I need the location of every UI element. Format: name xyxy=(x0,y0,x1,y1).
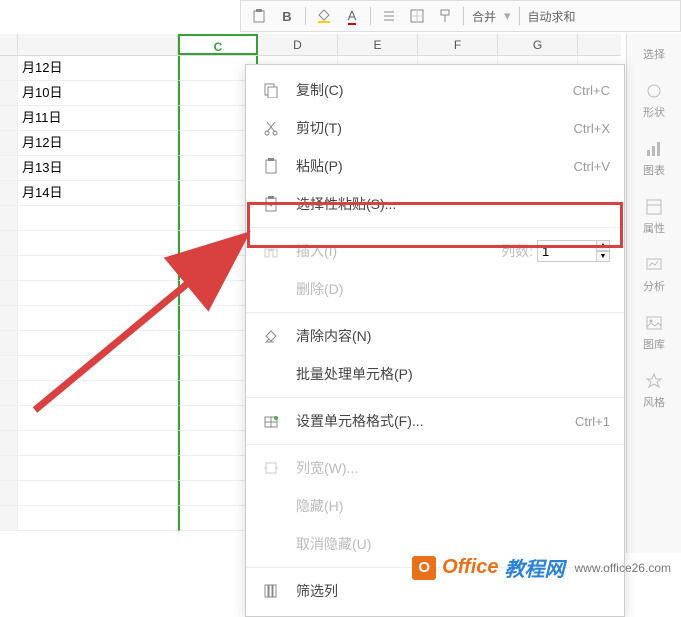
menu-hide[interactable]: 隐藏(H) xyxy=(246,487,624,525)
menu-delete[interactable]: 删除(D) xyxy=(246,270,624,308)
side-shape[interactable]: 形状 xyxy=(643,80,665,120)
cols-input[interactable] xyxy=(537,240,597,262)
menu-copy[interactable]: 复制(C) Ctrl+C xyxy=(246,71,624,109)
watermark-text1: Office xyxy=(442,556,498,579)
watermark-url: www.office26.com xyxy=(575,561,672,575)
spin-up[interactable]: ▲ xyxy=(596,240,610,251)
menu-separator xyxy=(246,444,624,445)
cols-label: 列数: xyxy=(501,241,533,261)
property-icon xyxy=(643,196,665,218)
fill-color-icon[interactable] xyxy=(314,6,334,26)
menu-clear[interactable]: 清除内容(N) xyxy=(246,317,624,355)
dropdown-icon[interactable]: ▾ xyxy=(504,8,511,24)
menu-separator xyxy=(246,397,624,398)
paste-icon[interactable] xyxy=(249,6,269,26)
batch-icon xyxy=(260,363,282,385)
col-header-g[interactable]: G xyxy=(498,34,578,55)
menu-insert[interactable]: 插入(I) 列数: ▲▼ xyxy=(246,232,624,270)
paste-icon xyxy=(260,155,282,177)
autosum-label[interactable]: 自动求和 xyxy=(528,8,576,25)
merge-label[interactable]: 合并 xyxy=(472,8,496,25)
menu-separator xyxy=(246,227,624,228)
filter-icon xyxy=(260,580,282,602)
side-style[interactable]: 风格 xyxy=(643,370,665,410)
chart-icon xyxy=(643,138,665,160)
bold-icon[interactable]: B xyxy=(277,6,297,26)
unhide-icon xyxy=(260,533,282,555)
side-select[interactable]: 选择 xyxy=(643,46,665,62)
clear-icon xyxy=(260,325,282,347)
col-header-c[interactable]: C xyxy=(178,34,258,55)
separator xyxy=(519,7,520,25)
col-header-e[interactable]: E xyxy=(338,34,418,55)
side-chart[interactable]: 图表 xyxy=(643,138,665,178)
insert-icon xyxy=(260,240,282,262)
separator xyxy=(305,7,306,25)
mini-toolbar: B A 合并 ▾ 自动求和 xyxy=(240,0,681,32)
format-painter-icon[interactable] xyxy=(435,6,455,26)
colwidth-icon xyxy=(260,457,282,479)
watermark-text2: 教程网 xyxy=(505,553,565,582)
menu-separator xyxy=(246,312,624,313)
spin-down[interactable]: ▼ xyxy=(596,251,610,262)
menu-format[interactable]: 设置单元格格式(F)... Ctrl+1 xyxy=(246,402,624,440)
watermark: O Office 教程网 www.office26.com xyxy=(412,553,671,582)
analysis-icon xyxy=(643,254,665,276)
copy-icon xyxy=(260,79,282,101)
menu-colwidth[interactable]: 列宽(W)... xyxy=(246,449,624,487)
paste-special-icon xyxy=(260,193,282,215)
hide-icon xyxy=(260,495,282,517)
style-icon xyxy=(643,370,665,392)
col-header-a[interactable] xyxy=(18,34,178,55)
menu-batch[interactable]: 批量处理单元格(P) xyxy=(246,355,624,393)
context-menu: 复制(C) Ctrl+C 剪切(T) Ctrl+X 粘贴(P) Ctrl+V 选… xyxy=(245,64,625,617)
col-header-d[interactable]: D xyxy=(258,34,338,55)
side-property[interactable]: 属性 xyxy=(643,196,665,236)
corner-cell[interactable] xyxy=(0,34,18,55)
separator xyxy=(463,7,464,25)
menu-paste[interactable]: 粘贴(P) Ctrl+V xyxy=(246,147,624,185)
separator xyxy=(370,7,371,25)
cols-spinner[interactable]: ▲▼ xyxy=(596,240,610,262)
border-icon[interactable] xyxy=(407,6,427,26)
menu-cut[interactable]: 剪切(T) Ctrl+X xyxy=(246,109,624,147)
side-analysis[interactable]: 分析 xyxy=(643,254,665,294)
font-color-icon[interactable]: A xyxy=(342,6,362,26)
column-headers: C D E F G xyxy=(0,34,621,56)
menu-paste-special[interactable]: 选择性粘贴(S)... xyxy=(246,185,624,223)
delete-icon xyxy=(260,278,282,300)
align-icon[interactable] xyxy=(379,6,399,26)
side-gallery[interactable]: 图库 xyxy=(643,312,665,352)
format-icon xyxy=(260,410,282,432)
gallery-icon xyxy=(643,312,665,334)
cut-icon xyxy=(260,117,282,139)
watermark-logo: O xyxy=(412,556,436,580)
col-header-f[interactable]: F xyxy=(418,34,498,55)
shape-icon xyxy=(643,80,665,102)
side-panel: 选择 形状 图表 属性 分析 图库 风格 xyxy=(626,34,681,553)
